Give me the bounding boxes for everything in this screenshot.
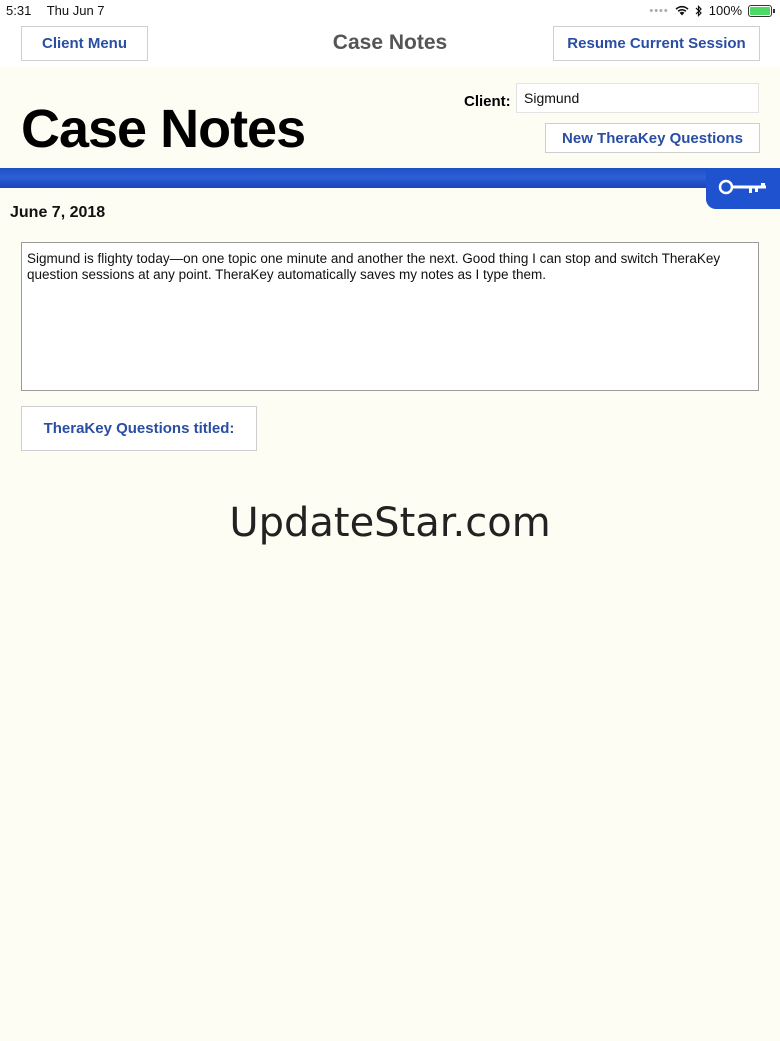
- status-date: Thu Jun 7: [46, 3, 105, 18]
- client-menu-button[interactable]: Client Menu: [21, 26, 148, 61]
- bluetooth-icon: [695, 4, 702, 17]
- page-title: Case Notes: [21, 99, 306, 159]
- key-tab[interactable]: [706, 168, 780, 209]
- status-left: 5:31 Thu Jun 7: [6, 3, 117, 18]
- session-date: June 7, 2018: [10, 204, 106, 221]
- key-icon: [718, 179, 766, 195]
- status-bar: 5:31 Thu Jun 7 •••• 100%: [0, 0, 780, 20]
- battery-icon: [748, 4, 775, 17]
- signal-icon: ••••: [649, 4, 669, 17]
- battery-percent: 100%: [708, 3, 742, 18]
- client-label: Client:: [464, 93, 511, 110]
- watermark: UpdateStar.com: [229, 500, 551, 546]
- client-field[interactable]: Sigmund: [516, 83, 759, 113]
- notes-textarea[interactable]: Sigmund is flighty today—on one topic on…: [21, 242, 759, 391]
- therakey-questions-titled-button[interactable]: TheraKey Questions titled:: [21, 406, 257, 451]
- wifi-icon: [675, 5, 689, 16]
- resume-session-button[interactable]: Resume Current Session: [553, 26, 760, 61]
- status-time: 5:31: [6, 3, 32, 18]
- header-stripe: [0, 168, 780, 188]
- new-therakey-questions-button[interactable]: New TheraKey Questions: [545, 123, 760, 153]
- status-right: •••• 100%: [649, 3, 775, 18]
